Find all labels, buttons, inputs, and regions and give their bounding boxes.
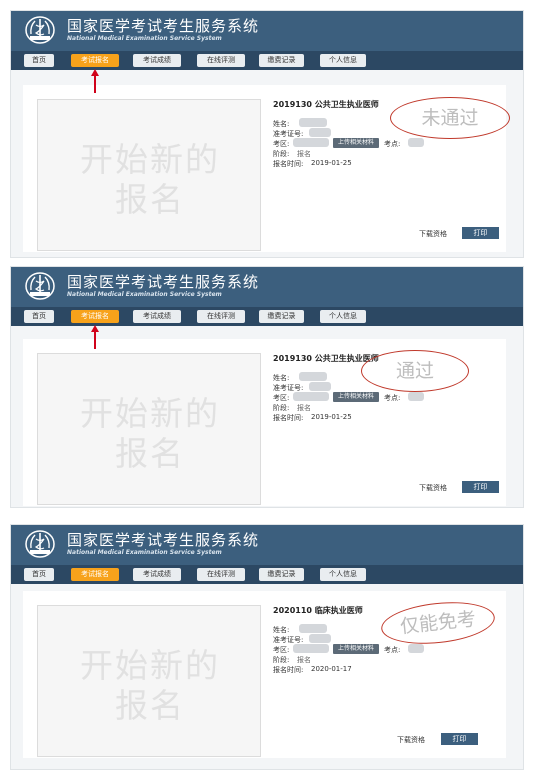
upload-materials-button[interactable]: 上传相关材料 bbox=[333, 644, 380, 654]
registration-card: 开始新的报名 2019130 公共卫生执业医师 姓名: 准考证号: 考区: 上传… bbox=[23, 339, 506, 506]
nav-exam-scores[interactable]: 考试成绩 bbox=[133, 54, 181, 67]
system-header: 国家医学考试考生服务系统 National Medical Examinatio… bbox=[11, 267, 523, 307]
medical-emblem-icon bbox=[25, 530, 55, 558]
area-label: 考区: bbox=[273, 646, 290, 654]
area-value-redacted bbox=[293, 138, 329, 147]
print-button[interactable]: 打印 bbox=[462, 481, 499, 493]
nav-personal-info[interactable]: 个人信息 bbox=[320, 568, 366, 581]
system-title: 国家医学考试考生服务系统 bbox=[67, 17, 260, 35]
download-qualification-link[interactable]: 下载资格 bbox=[397, 735, 425, 745]
medical-emblem-icon bbox=[25, 16, 55, 44]
area-label: 考区: bbox=[273, 140, 290, 148]
nav-home[interactable]: 首页 bbox=[24, 54, 54, 67]
nav-payment-records[interactable]: 缴费记录 bbox=[259, 568, 304, 581]
new-registration-text: 开始新的报名 bbox=[80, 140, 220, 219]
registration-card: 开始新的报名 2020110 临床执业医师 姓名: 准考证号: 考区: 上传相关… bbox=[23, 591, 506, 758]
nav-exam-registration[interactable]: 考试报名 bbox=[71, 54, 119, 67]
status-stamp: 未通过 bbox=[390, 97, 510, 139]
nav-payment-records[interactable]: 缴费记录 bbox=[259, 54, 304, 67]
stage-label: 阶段: bbox=[273, 150, 290, 158]
new-registration-placeholder[interactable]: 开始新的报名 bbox=[37, 353, 261, 505]
site-label: 考点: bbox=[384, 394, 401, 402]
site-value-redacted bbox=[408, 644, 424, 653]
print-button[interactable]: 打印 bbox=[462, 227, 499, 239]
ticket-value-redacted bbox=[309, 634, 331, 643]
new-registration-placeholder[interactable]: 开始新的报名 bbox=[37, 605, 261, 757]
red-arrow-annotation bbox=[91, 325, 99, 349]
site-label: 考点: bbox=[384, 140, 401, 148]
registration-date: 2019-01-25 bbox=[311, 413, 352, 421]
nav-payment-records[interactable]: 缴费记录 bbox=[259, 310, 304, 323]
stage-value: 报名 bbox=[297, 150, 311, 158]
nav-online-assessment[interactable]: 在线评测 bbox=[197, 568, 245, 581]
main-nav: 首页 考试报名 考试成绩 在线评测 缴费记录 个人信息 bbox=[11, 51, 523, 70]
download-qualification-link[interactable]: 下载资格 bbox=[419, 483, 447, 493]
time-label: 报名时间: bbox=[273, 666, 304, 674]
system-header: 国家医学考试考生服务系统 National Medical Examinatio… bbox=[11, 525, 523, 565]
time-label: 报名时间: bbox=[273, 414, 304, 422]
registration-card: 开始新的报名 2019130 公共卫生执业医师 姓名: 准考证号: 考区: 上传… bbox=[23, 85, 510, 252]
screenshot-panel-2: 国家医学考试考生服务系统 National Medical Examinatio… bbox=[10, 266, 524, 508]
print-button[interactable]: 打印 bbox=[441, 733, 478, 745]
area-label: 考区: bbox=[273, 394, 290, 402]
exam-title: 2020110 临床执业医师 bbox=[273, 606, 363, 615]
nav-exam-scores[interactable]: 考试成绩 bbox=[133, 310, 181, 323]
system-title: 国家医学考试考生服务系统 bbox=[67, 273, 260, 291]
main-nav: 首页 考试报名 考试成绩 在线评测 缴费记录 个人信息 bbox=[11, 565, 523, 584]
status-stamp: 仅能免考 bbox=[379, 597, 497, 649]
system-header: 国家医学考试考生服务系统 National Medical Examinatio… bbox=[11, 11, 523, 51]
site-label: 考点: bbox=[384, 646, 401, 654]
nav-home[interactable]: 首页 bbox=[24, 568, 54, 581]
stage-value: 报名 bbox=[297, 656, 311, 664]
upload-materials-button[interactable]: 上传相关材料 bbox=[333, 392, 380, 402]
nav-exam-registration[interactable]: 考试报名 bbox=[71, 568, 119, 581]
name-value-redacted bbox=[299, 372, 327, 381]
nav-online-assessment[interactable]: 在线评测 bbox=[197, 54, 245, 67]
new-registration-text: 开始新的报名 bbox=[80, 394, 220, 473]
ticket-value-redacted bbox=[309, 382, 331, 391]
status-stamp: 通过 bbox=[361, 350, 469, 392]
system-subtitle: National Medical Examination Service Sys… bbox=[67, 549, 222, 556]
name-label: 姓名: bbox=[273, 374, 290, 382]
upload-materials-button[interactable]: 上传相关材料 bbox=[333, 138, 380, 148]
nav-online-assessment[interactable]: 在线评测 bbox=[197, 310, 245, 323]
nav-exam-registration[interactable]: 考试报名 bbox=[71, 310, 119, 323]
time-label: 报名时间: bbox=[273, 160, 304, 168]
site-value-redacted bbox=[408, 392, 424, 401]
nav-home[interactable]: 首页 bbox=[24, 310, 54, 323]
area-value-redacted bbox=[293, 392, 329, 401]
exam-title: 2019130 公共卫生执业医师 bbox=[273, 100, 379, 109]
nav-personal-info[interactable]: 个人信息 bbox=[320, 54, 366, 67]
registration-date: 2019-01-25 bbox=[311, 159, 352, 167]
red-arrow-annotation bbox=[91, 69, 99, 93]
stage-label: 阶段: bbox=[273, 656, 290, 664]
nav-exam-scores[interactable]: 考试成绩 bbox=[133, 568, 181, 581]
system-subtitle: National Medical Examination Service Sys… bbox=[67, 291, 222, 298]
screenshot-panel-3: 国家医学考试考生服务系统 National Medical Examinatio… bbox=[10, 524, 524, 770]
download-qualification-link[interactable]: 下载资格 bbox=[419, 229, 447, 239]
main-nav: 首页 考试报名 考试成绩 在线评测 缴费记录 个人信息 bbox=[11, 307, 523, 326]
system-title: 国家医学考试考生服务系统 bbox=[67, 531, 260, 549]
stage-value: 报名 bbox=[297, 404, 311, 412]
nav-personal-info[interactable]: 个人信息 bbox=[320, 310, 366, 323]
registration-date: 2020-01-17 bbox=[311, 665, 352, 673]
name-label: 姓名: bbox=[273, 626, 290, 634]
new-registration-text: 开始新的报名 bbox=[80, 646, 220, 725]
name-value-redacted bbox=[299, 624, 327, 633]
ticket-value-redacted bbox=[309, 128, 331, 137]
name-label: 姓名: bbox=[273, 120, 290, 128]
exam-title: 2019130 公共卫生执业医师 bbox=[273, 354, 379, 363]
screenshot-panel-1: 国家医学考试考生服务系统 National Medical Examinatio… bbox=[10, 10, 524, 258]
name-value-redacted bbox=[299, 118, 327, 127]
stage-label: 阶段: bbox=[273, 404, 290, 412]
medical-emblem-icon bbox=[25, 272, 55, 300]
system-subtitle: National Medical Examination Service Sys… bbox=[67, 35, 222, 42]
area-value-redacted bbox=[293, 644, 329, 653]
site-value-redacted bbox=[408, 138, 424, 147]
new-registration-placeholder[interactable]: 开始新的报名 bbox=[37, 99, 261, 251]
